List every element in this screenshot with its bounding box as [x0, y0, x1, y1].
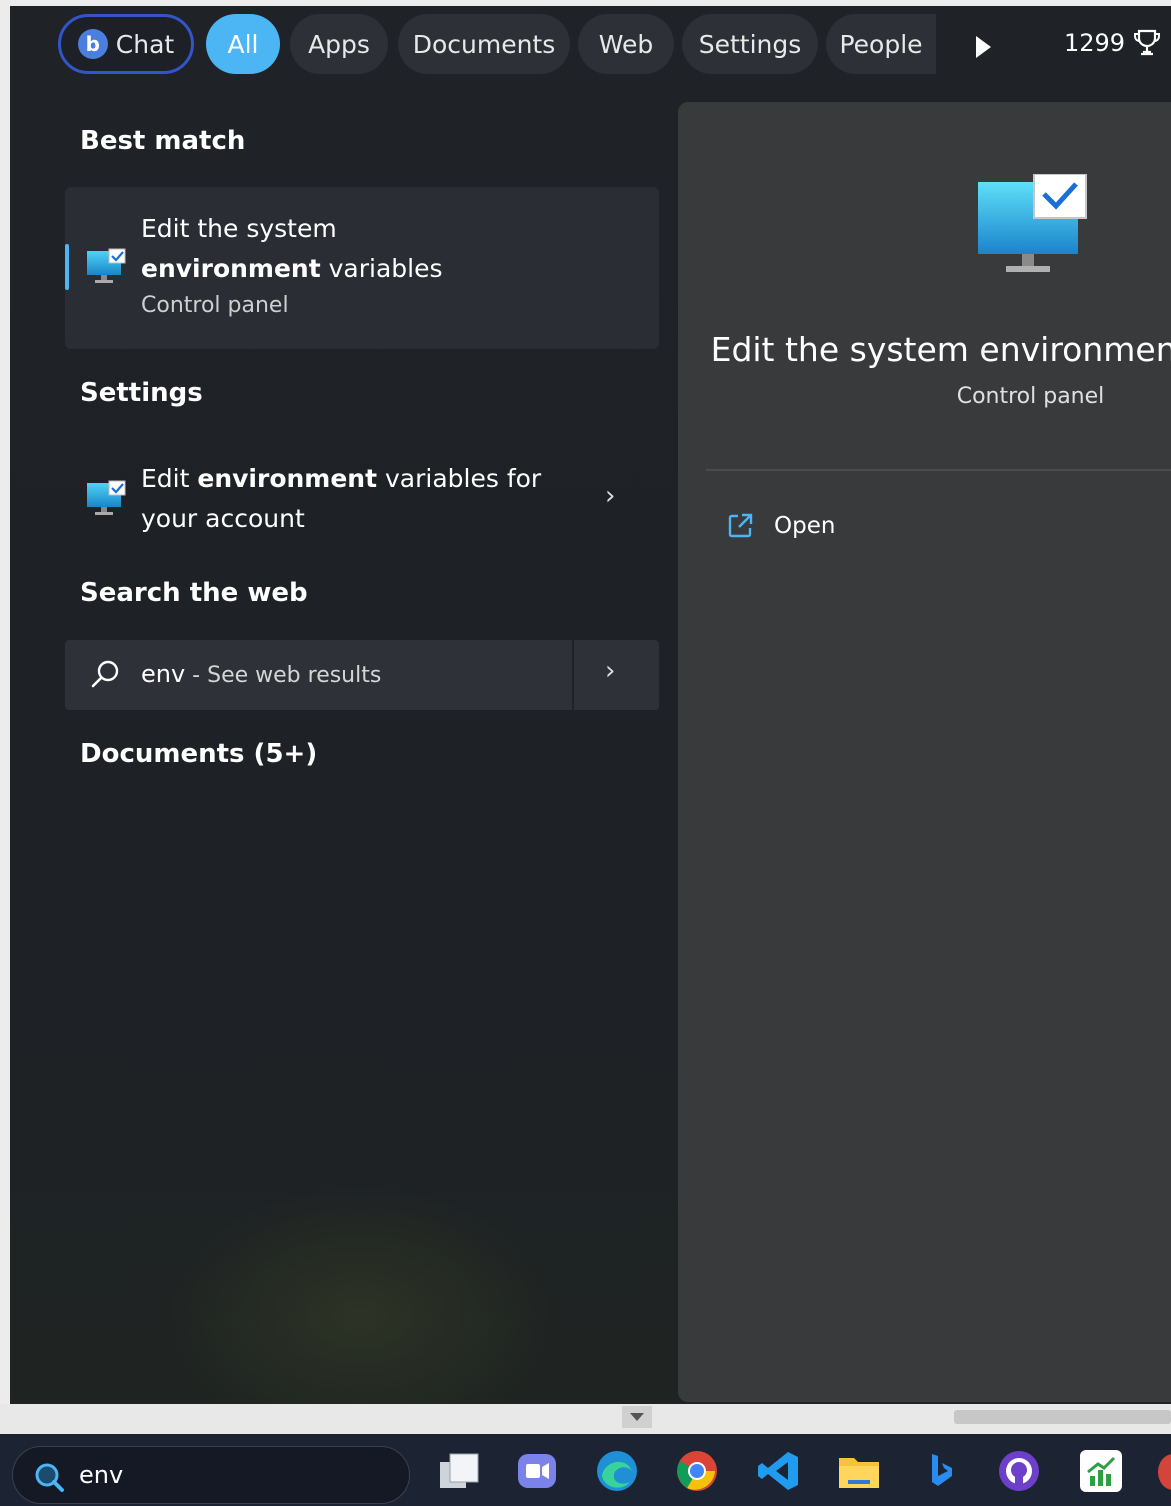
- documents-heading[interactable]: Documents (5+): [80, 739, 317, 769]
- settings-result-env-vars-account[interactable]: Edit environment variables for your acco…: [65, 451, 659, 551]
- web-result-divider: [572, 640, 574, 710]
- best-match-result[interactable]: Edit the system environment variables Co…: [65, 187, 659, 349]
- filter-settings-label: Settings: [698, 29, 802, 59]
- more-filters-arrow-icon[interactable]: [976, 36, 991, 58]
- selection-accent: [65, 244, 69, 290]
- web-search-text: env - See web results: [141, 660, 381, 688]
- system-properties-icon: [87, 248, 126, 283]
- filter-apps-label: Apps: [308, 29, 370, 59]
- settings-result-title: Edit environment variables for your acco…: [141, 459, 571, 539]
- task-view-icon[interactable]: [436, 1448, 482, 1494]
- trophy-icon: [1134, 29, 1161, 56]
- filter-chat-button[interactable]: b Chat: [58, 14, 194, 74]
- best-match-title: Edit the system environment variables: [141, 209, 501, 289]
- background-glow: [160, 1186, 560, 1404]
- search-flyout: b Chat All Apps Documents Web Settings P…: [10, 6, 1171, 1404]
- vscode-icon[interactable]: [756, 1448, 802, 1494]
- best-match-title-pre: Edit the system: [141, 214, 337, 243]
- chrome-browser-icon[interactable]: [674, 1448, 720, 1494]
- web-search-suffix: - See web results: [185, 663, 382, 688]
- filter-apps-tab[interactable]: Apps: [290, 14, 388, 74]
- search-icon: [91, 660, 119, 688]
- web-search-query: env: [141, 660, 186, 688]
- open-action[interactable]: Open: [726, 512, 835, 540]
- system-properties-icon: [87, 480, 126, 515]
- settings-title-bold: environment: [197, 464, 378, 493]
- filter-settings-tab[interactable]: Settings: [682, 14, 818, 74]
- best-match-title-post: variables: [320, 254, 443, 283]
- open-external-icon: [728, 513, 753, 538]
- edge-browser-icon[interactable]: [594, 1448, 640, 1494]
- filter-people-tab[interactable]: People: [826, 14, 936, 74]
- open-label: Open: [774, 513, 836, 539]
- preview-divider: [706, 469, 1171, 471]
- settings-heading: Settings: [80, 378, 203, 408]
- best-match-heading: Best match: [80, 126, 246, 156]
- system-properties-large-icon: [978, 174, 1087, 272]
- rewards-points-value: 1299: [1064, 29, 1126, 57]
- filter-documents-label: Documents: [412, 29, 556, 59]
- file-explorer-icon[interactable]: [836, 1448, 882, 1494]
- best-match-subtitle: Control panel: [141, 293, 289, 318]
- stocks-app-icon[interactable]: [1078, 1448, 1124, 1494]
- preview-title: Edit the system environment variables: [710, 330, 1171, 369]
- settings-title-pre: Edit: [141, 464, 198, 493]
- taskbar: env: [0, 1434, 1171, 1506]
- filter-all-label: All: [227, 29, 259, 59]
- chevron-right-icon[interactable]: ›: [605, 481, 615, 511]
- partially-visible-app-icon[interactable]: [1158, 1454, 1171, 1490]
- github-desktop-icon[interactable]: [996, 1448, 1042, 1494]
- filter-web-tab[interactable]: Web: [578, 14, 674, 74]
- web-search-result[interactable]: env - See web results ›: [65, 640, 659, 710]
- filter-people-label: People: [839, 29, 923, 59]
- filter-chat-label: Chat: [115, 29, 175, 59]
- preview-pane: Edit the system environment variables Co…: [678, 102, 1171, 1402]
- filter-documents-tab[interactable]: Documents: [398, 14, 570, 74]
- search-icon: [35, 1463, 64, 1492]
- scroll-down-arrow-icon[interactable]: [622, 1406, 652, 1428]
- rewards-points[interactable]: 1299: [1064, 28, 1161, 58]
- filter-bar: b Chat All Apps Documents Web Settings P…: [10, 6, 1171, 80]
- filter-web-label: Web: [598, 29, 654, 59]
- teams-chat-icon[interactable]: [514, 1448, 560, 1494]
- taskbar-search-value: env: [79, 1461, 124, 1489]
- filter-all-tab[interactable]: All: [206, 14, 280, 74]
- bing-icon[interactable]: [918, 1448, 964, 1494]
- bing-chat-icon: b: [77, 29, 108, 59]
- chevron-right-icon[interactable]: ›: [605, 656, 615, 686]
- horizontal-scrollbar[interactable]: [954, 1410, 1171, 1424]
- best-match-title-bold: environment: [141, 254, 321, 283]
- preview-subtitle: Control panel: [956, 384, 1105, 409]
- search-web-heading: Search the web: [80, 578, 308, 608]
- taskbar-search-box[interactable]: env: [12, 1446, 410, 1504]
